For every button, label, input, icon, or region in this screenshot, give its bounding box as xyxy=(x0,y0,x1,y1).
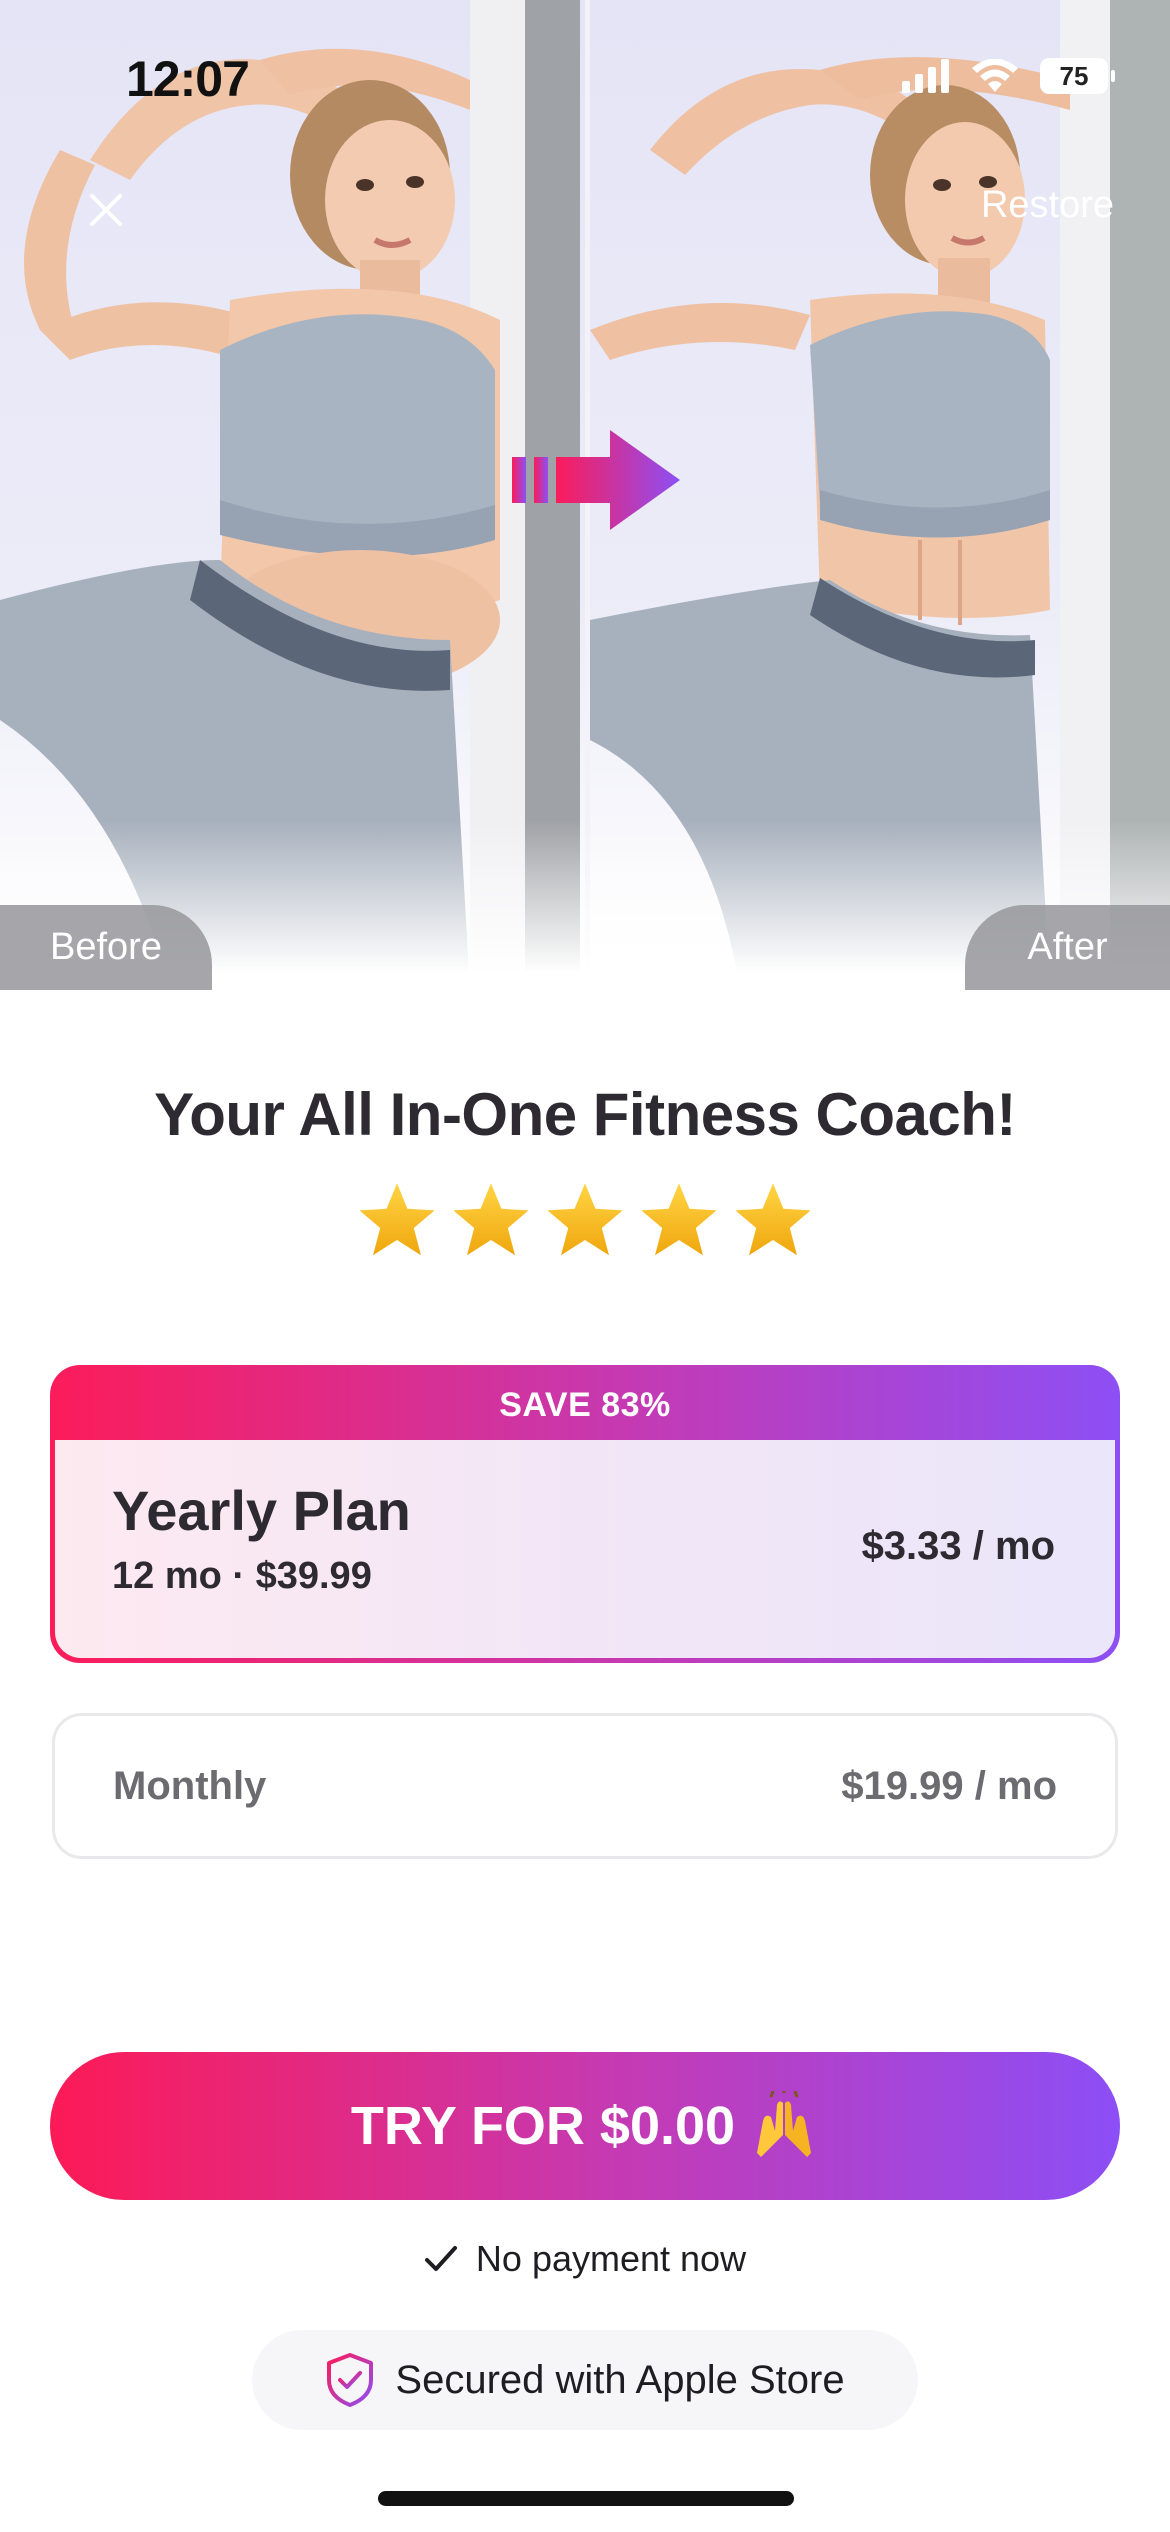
wifi-icon xyxy=(972,59,1018,92)
status-time: 12:07 xyxy=(126,51,250,107)
star-icon xyxy=(547,1183,623,1256)
before-after-hero: 12:07 75 Restore Before After xyxy=(0,0,1170,990)
star-icon xyxy=(453,1183,529,1256)
signal-icon xyxy=(902,59,949,93)
no-payment-note: No payment now xyxy=(0,2238,1170,2280)
star-icon xyxy=(641,1183,717,1256)
cta-label: TRY FOR $0.00 xyxy=(350,2096,736,2156)
secured-text: Secured with Apple Store xyxy=(395,2357,845,2402)
plan-monthly-title: Monthly xyxy=(113,1764,267,1808)
page-title: Your All In-One Fitness Coach! xyxy=(154,1081,1016,1148)
plan-option-yearly[interactable]: SAVE 83% Yearly Plan 12 mo · $39.99 $3.3… xyxy=(50,1365,1120,1663)
arrow-right-icon xyxy=(512,430,680,530)
star-icon xyxy=(359,1183,435,1256)
rating-stars xyxy=(0,1180,1170,1260)
plan-yearly-title: Yearly Plan xyxy=(112,1479,411,1542)
star-icon xyxy=(735,1183,811,1256)
try-free-button[interactable]: TRY FOR $0.00 xyxy=(50,2052,1120,2200)
status-icons: 75 xyxy=(902,58,1115,94)
plan-yearly-subtitle: 12 mo · $39.99 xyxy=(112,1555,372,1597)
save-badge: SAVE 83% xyxy=(499,1385,671,1424)
raising-hands-icon xyxy=(757,2091,812,2157)
plan-yearly-body: Yearly Plan 12 mo · $39.99 $3.33 / mo xyxy=(55,1440,1115,1658)
check-icon xyxy=(424,2246,457,2271)
shield-check-icon xyxy=(327,2353,374,2407)
close-icon[interactable] xyxy=(86,190,126,230)
before-label: Before xyxy=(0,905,212,990)
no-payment-text: No payment now xyxy=(475,2238,747,2279)
plan-option-monthly[interactable]: Monthly $19.99 / mo xyxy=(52,1713,1118,1859)
after-label: After xyxy=(965,905,1170,990)
secured-badge: Secured with Apple Store xyxy=(252,2330,918,2430)
battery-indicator: 75 xyxy=(1040,58,1115,94)
restore-button[interactable]: Restore xyxy=(981,184,1114,227)
plan-monthly-price: $19.99 / mo xyxy=(841,1764,1057,1808)
home-indicator[interactable] xyxy=(378,2491,794,2506)
plan-yearly-price: $3.33 / mo xyxy=(861,1524,1055,1568)
